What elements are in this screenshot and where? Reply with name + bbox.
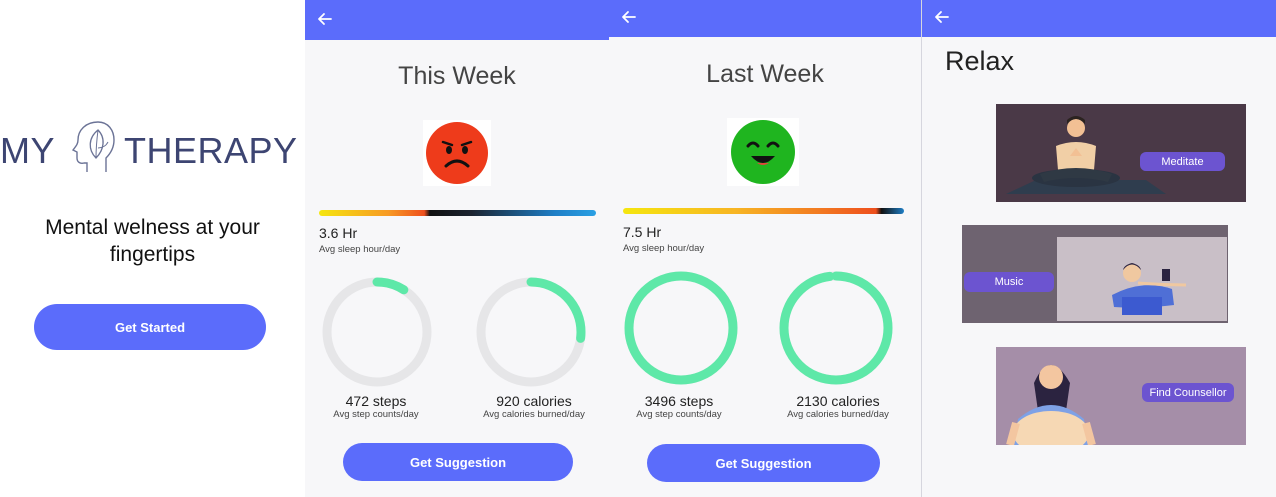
sleep-label: Avg sleep hour/day xyxy=(623,243,705,254)
steps-progress-arc xyxy=(624,271,738,385)
find-counsellor-button[interactable]: Find Counsellor xyxy=(1142,383,1234,402)
calories-progress-ring xyxy=(476,277,586,387)
happy-face-icon xyxy=(727,118,799,186)
steps-progress-ring xyxy=(624,271,738,385)
sad-face-icon xyxy=(423,120,491,186)
logo-text-right: THERAPY xyxy=(124,130,298,171)
this-week-screen: This Week 3.6 Hr Avg sleep hour/day 472 … xyxy=(305,0,609,497)
app-bar xyxy=(609,0,921,37)
calories-progress-arc xyxy=(779,271,893,385)
head-leaf-logo-icon xyxy=(71,121,115,172)
steps-label: Avg step counts/day xyxy=(333,409,419,420)
arrow-left-icon[interactable] xyxy=(932,7,952,27)
calories-label: Avg calories burned/day xyxy=(787,409,889,420)
get-suggestion-button[interactable]: Get Suggestion xyxy=(343,443,573,481)
app-logo: MY THERAPY xyxy=(0,118,305,178)
meditate-card[interactable]: Meditate xyxy=(996,104,1246,202)
calories-progress-ring xyxy=(779,271,893,385)
welcome-screen: MY THERAPY Mental welness at your finger… xyxy=(0,0,305,497)
calories-label: Avg calories burned/day xyxy=(483,409,585,420)
tagline: Mental welness at your fingertips xyxy=(45,216,260,266)
sleep-value: 7.5 Hr xyxy=(623,224,662,240)
app-bar xyxy=(305,0,609,40)
sleep-label: Avg sleep hour/day xyxy=(319,244,401,255)
app-bar xyxy=(922,0,1276,37)
steps-value: 472 steps xyxy=(345,393,407,409)
get-started-button[interactable]: Get Started xyxy=(34,304,266,350)
steps-progress-ring xyxy=(322,277,432,387)
page-title: This Week xyxy=(398,62,516,90)
logo-text-left: MY xyxy=(0,130,55,171)
steps-label: Avg step counts/day xyxy=(636,409,722,420)
get-suggestion-button[interactable]: Get Suggestion xyxy=(647,444,880,482)
page-title: Last Week xyxy=(706,60,824,88)
relax-screen: Relax Meditate Music Find Counsellor xyxy=(922,0,1276,497)
sleep-value: 3.6 Hr xyxy=(319,225,358,241)
last-week-screen: Last Week 7.5 Hr Avg sleep hour/day 3496… xyxy=(609,0,921,497)
meditate-button[interactable]: Meditate xyxy=(1140,152,1225,171)
arrow-left-icon[interactable] xyxy=(619,7,639,27)
calories-value: 920 calories xyxy=(496,393,572,409)
sleep-gradient-bar xyxy=(319,210,596,216)
page-title: Relax xyxy=(945,46,1015,76)
steps-value: 3496 steps xyxy=(644,393,714,409)
calories-value: 2130 calories xyxy=(796,393,880,409)
counsellor-card[interactable]: Find Counsellor xyxy=(996,347,1246,445)
sleep-gradient-bar xyxy=(623,208,904,214)
music-button[interactable]: Music xyxy=(964,272,1054,292)
music-card[interactable]: Music xyxy=(962,225,1228,323)
arrow-left-icon[interactable] xyxy=(315,9,335,29)
